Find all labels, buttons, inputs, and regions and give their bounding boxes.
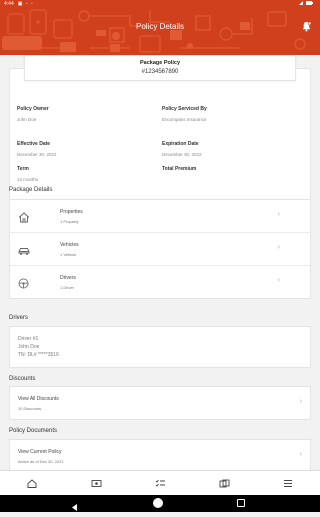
app-header: Policy Details bbox=[0, 8, 320, 55]
tab-more[interactable]: More bbox=[256, 471, 320, 499]
view-current-policy-row[interactable]: View Current Policy Active as of Dec 30,… bbox=[10, 440, 310, 470]
bottom-tab-bar: Home Payments Policies Claims More bbox=[0, 470, 320, 499]
chevron-right-icon: › bbox=[277, 277, 280, 284]
policies-icon bbox=[155, 475, 166, 492]
chevron-right-icon: › bbox=[277, 211, 280, 218]
tab-policies[interactable]: Policies bbox=[128, 471, 192, 499]
total-premium-label: Total Premium bbox=[162, 166, 197, 172]
status-system-icons: ▣ ◦ ▫ bbox=[17, 1, 34, 7]
total-premium-field: Total Premium bbox=[162, 166, 196, 172]
system-nav-bar bbox=[0, 495, 320, 512]
driver-number: Driver #1 bbox=[18, 336, 39, 342]
home-button-icon[interactable] bbox=[153, 498, 163, 508]
tab-home[interactable]: Home bbox=[0, 471, 64, 499]
view-current-policy-label: View Current Policy bbox=[18, 449, 62, 455]
package-item-properties[interactable]: Properties 1 Property › bbox=[10, 200, 310, 233]
package-details-card: Properties 1 Property › Vehicles 1 Vehic… bbox=[9, 199, 311, 299]
term-field: Term 12 months bbox=[17, 166, 38, 182]
status-bar: 4:44 ▣ ◦ ▫ bbox=[0, 0, 320, 8]
house-icon bbox=[18, 210, 30, 228]
effective-date-label: Effective Date bbox=[17, 141, 51, 147]
chevron-right-icon: › bbox=[299, 398, 302, 405]
policy-documents-title: Policy Documents bbox=[9, 428, 58, 434]
driver-card: Driver #1 John Doe TN: DL# *****3516 bbox=[9, 326, 311, 368]
policy-number: #1234567890 bbox=[141, 69, 179, 75]
properties-count: 1 Property bbox=[60, 219, 79, 224]
tab-claims[interactable]: Claims bbox=[192, 471, 256, 499]
driver-name: John Doe bbox=[18, 344, 40, 350]
policy-owner-value: John Doe bbox=[17, 117, 37, 122]
menu-icon bbox=[283, 475, 293, 492]
discounts-count: 10 Discounts bbox=[18, 406, 42, 411]
vehicles-count: 1 Vehicle bbox=[60, 252, 77, 257]
effective-date-value: December 30, 2021 bbox=[17, 152, 57, 157]
drivers-count: 1 Driver bbox=[60, 285, 75, 290]
recents-icon[interactable] bbox=[237, 499, 245, 507]
current-policy-active-date: Active as of Dec 30, 2021 bbox=[18, 459, 64, 464]
home-icon bbox=[27, 475, 37, 492]
car-icon bbox=[18, 243, 30, 261]
package-item-drivers[interactable]: Drivers 1 Driver › bbox=[10, 266, 310, 299]
view-all-discounts-label: View All Discounts bbox=[18, 396, 59, 402]
package-policy-card: Package Policy #1234567890 bbox=[24, 55, 296, 81]
policy-owner-field: Policy Owner John Doe bbox=[17, 106, 49, 122]
status-time: 4:44 bbox=[4, 1, 14, 7]
drivers-title: Drivers bbox=[9, 315, 28, 321]
term-label: Term bbox=[17, 166, 29, 172]
serviced-by-value: Encompass Insurance bbox=[162, 117, 207, 122]
chevron-right-icon: › bbox=[299, 451, 302, 458]
driver-license: TN: DL# *****3516 bbox=[18, 352, 59, 358]
properties-label: Properties bbox=[60, 209, 83, 215]
discounts-title: Discounts bbox=[9, 376, 36, 382]
drivers-label: Drivers bbox=[60, 275, 76, 281]
steering-wheel-icon bbox=[18, 276, 29, 294]
discounts-card[interactable]: View All Discounts 10 Discounts › bbox=[9, 386, 311, 420]
payments-icon bbox=[91, 475, 102, 492]
package-policy-label: Package Policy bbox=[139, 60, 181, 66]
term-value: 12 months bbox=[17, 177, 39, 182]
content-scroll[interactable]: Policy Owner John Doe Policy Serviced By… bbox=[0, 55, 320, 470]
bell-icon[interactable] bbox=[301, 19, 312, 37]
vehicles-label: Vehicles bbox=[60, 242, 79, 248]
effective-date-field: Effective Date December 30, 2021 bbox=[17, 141, 57, 157]
header-pattern bbox=[2, 9, 306, 53]
serviced-by-field: Policy Serviced By Encompass Insurance bbox=[162, 106, 207, 122]
chevron-right-icon: › bbox=[277, 244, 280, 251]
package-details-title: Package Details bbox=[9, 187, 53, 193]
policy-owner-label: Policy Owner bbox=[17, 106, 49, 112]
serviced-by-label: Policy Serviced By bbox=[162, 106, 207, 112]
tab-payments[interactable]: Payments bbox=[64, 471, 128, 499]
expiration-date-label: Expiration Date bbox=[162, 141, 199, 147]
expiration-date-field: Expiration Date December 30, 2022 bbox=[162, 141, 202, 157]
package-item-vehicles[interactable]: Vehicles 1 Vehicle › bbox=[10, 233, 310, 266]
back-icon[interactable] bbox=[70, 499, 79, 517]
policy-documents-card[interactable]: View Current Policy Active as of Dec 30,… bbox=[9, 439, 311, 470]
view-all-discounts-row[interactable]: View All Discounts 10 Discounts › bbox=[10, 387, 310, 419]
page-title: Policy Details bbox=[135, 22, 184, 31]
expiration-date-value: December 30, 2022 bbox=[162, 152, 202, 157]
claims-icon bbox=[219, 475, 230, 492]
